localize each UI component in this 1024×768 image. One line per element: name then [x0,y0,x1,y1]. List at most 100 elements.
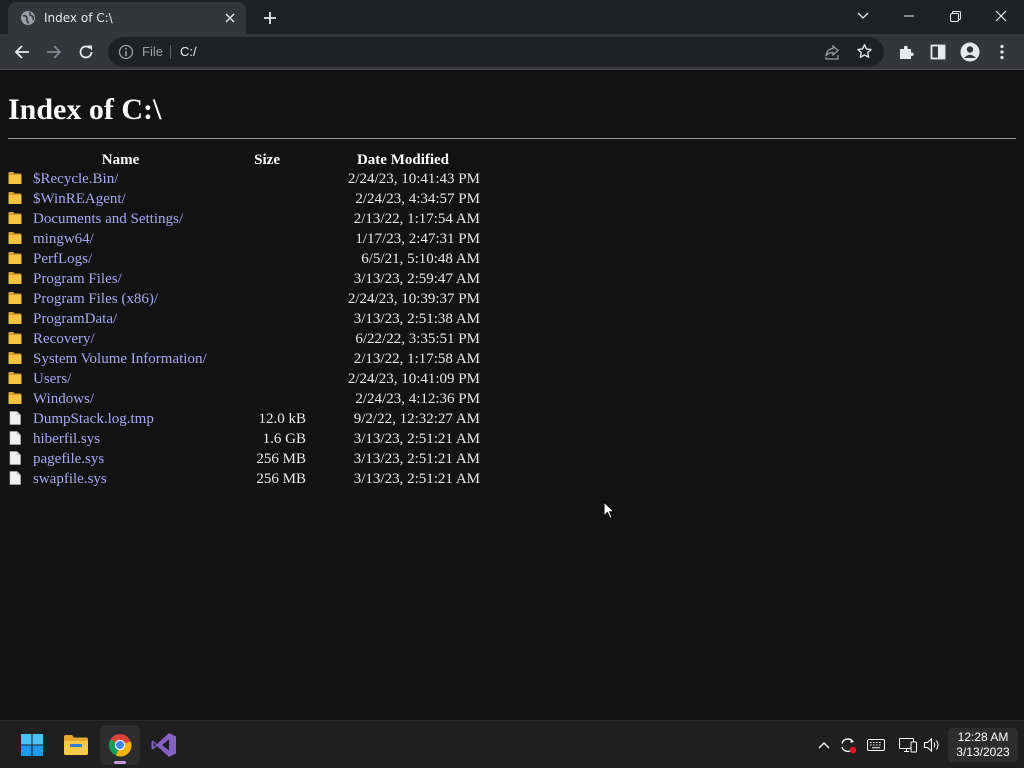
side-panel-button[interactable] [924,38,952,66]
entry-size: 256 MB [256,471,306,487]
taskbar-clock[interactable]: 12:28 AM 3/13/2023 [948,728,1018,762]
entry-date-modified: 2/13/22, 1:17:54 AM [353,211,480,227]
folder-link[interactable]: Program Files (x86)/ [33,291,158,307]
column-header-date[interactable]: Date Modified [306,151,480,169]
listing-row: $WinREAgent/2/24/23, 4:34:57 PM [8,189,480,209]
listing-row: System Volume Information/2/13/22, 1:17:… [8,349,480,369]
folder-link[interactable]: PerfLogs/ [33,251,92,267]
bookmark-star-icon[interactable] [856,43,873,60]
file-link[interactable]: hiberfil.sys [33,431,100,447]
puzzle-icon [900,45,914,59]
folder-link[interactable]: ProgramData/ [33,311,117,327]
folder-icon [8,212,22,224]
listing-row: Windows/2/24/23, 4:12:36 PM [8,389,480,409]
new-tab-button[interactable] [258,6,282,30]
file-icon [9,471,21,485]
folder-icon [8,252,22,264]
entry-name-cell: DumpStack.log.tmp [8,409,233,429]
entry-date-modified: 2/24/23, 10:39:37 PM [347,291,480,307]
restore-icon [949,10,961,22]
entry-date-modified: 3/13/23, 2:51:21 AM [353,471,480,487]
folder-link[interactable]: Documents and Settings/ [33,211,183,227]
entry-name-cell: Program Files (x86)/ [8,289,233,309]
network-icon [899,738,917,753]
globe-icon [21,11,35,25]
folder-link[interactable]: Users/ [33,371,71,387]
taskbar-file-explorer[interactable] [56,725,96,765]
entry-name-cell: pagefile.sys [8,449,233,469]
column-header-size[interactable]: Size [233,151,306,169]
listing-row: hiberfil.sys 1.6 GB 3/13/23, 2:51:21 AM [8,429,480,449]
sync-status-button[interactable] [838,735,858,755]
file-link[interactable]: swapfile.sys [33,471,107,487]
file-link[interactable]: pagefile.sys [33,451,104,467]
heading-divider [8,138,1016,139]
taskbar-visual-studio[interactable] [144,725,184,765]
folder-link[interactable]: Windows/ [33,391,94,407]
entry-date-modified: 1/17/23, 2:47:31 PM [355,231,480,247]
page-heading: Index of C:\ [8,93,162,126]
entry-name-cell: System Volume Information/ [8,349,233,369]
entry-size [233,249,306,269]
network-button[interactable] [898,735,918,755]
entry-date-modified: 2/13/22, 1:17:58 AM [353,351,480,367]
tab-close-icon[interactable] [220,8,240,28]
start-button[interactable] [12,725,52,765]
folder-icon [8,372,22,384]
listing-row: $Recycle.Bin/2/24/23, 10:41:43 PM [8,169,480,189]
folder-link[interactable]: System Volume Information/ [33,351,207,367]
share-icon[interactable] [824,44,840,60]
folder-link[interactable]: Recovery/ [33,331,95,347]
extensions-button[interactable] [892,38,920,66]
entry-size [233,189,306,209]
entry-name-cell: $Recycle.Bin/ [8,169,233,189]
entry-date-modified: 6/5/21, 5:10:48 AM [361,251,480,267]
listing-row: mingw64/1/17/23, 2:47:31 PM [8,229,480,249]
entry-date-modified: 2/24/23, 10:41:09 PM [347,371,480,387]
column-header-name[interactable]: Name [8,151,233,169]
entry-size: 12.0 kB [258,411,306,427]
entry-name-cell: Users/ [8,369,233,389]
restore-button[interactable] [932,0,978,32]
folder-link[interactable]: Program Files/ [33,271,122,287]
tab-search-button[interactable] [840,0,886,32]
start-icon [21,734,43,756]
entry-name-cell: mingw64/ [8,229,233,249]
forward-button[interactable] [40,38,68,66]
volume-button[interactable] [922,735,942,755]
show-hidden-icons-button[interactable] [814,735,834,755]
folder-link[interactable]: $WinREAgent/ [33,191,126,207]
keyboard-icon [867,739,885,751]
entry-date-modified: 2/24/23, 4:12:36 PM [355,391,480,407]
avatar-icon [960,42,980,62]
listing-row: Recovery/6/22/22, 3:35:51 PM [8,329,480,349]
close-window-button[interactable] [978,0,1024,32]
entry-size [233,289,306,309]
sync-error-icon [841,738,857,754]
keyboard-button[interactable] [866,735,886,755]
minimize-button[interactable] [886,0,932,32]
folder-link[interactable]: mingw64/ [33,231,94,247]
listing-row: Program Files/3/13/23, 2:59:47 AM [8,269,480,289]
taskbar-chrome[interactable] [100,725,140,765]
reload-icon [79,45,93,59]
profile-button[interactable] [956,38,984,66]
clock-date: 3/13/2023 [956,745,1010,759]
menu-button[interactable] [988,38,1016,66]
file-link[interactable]: DumpStack.log.tmp [33,411,154,427]
browser-tab[interactable]: Index of C:\ [8,2,246,34]
file-icon [9,451,21,465]
reload-button[interactable] [72,38,100,66]
address-bar[interactable]: File C:/ [108,37,884,67]
clock-time: 12:28 AM [957,730,1009,744]
entry-size [233,369,306,389]
entry-date-modified: 3/13/23, 2:51:21 AM [353,431,480,447]
url-text[interactable]: C:/ [180,44,197,59]
tab-strip: Index of C:\ [0,0,1024,34]
info-icon[interactable] [118,44,134,60]
listing-header-row: Name Size Date Modified [8,151,480,169]
back-button[interactable] [8,38,36,66]
folder-link[interactable]: $Recycle.Bin/ [33,171,118,187]
entry-name-cell: $WinREAgent/ [8,189,233,209]
entry-name-cell: Recovery/ [8,329,233,349]
